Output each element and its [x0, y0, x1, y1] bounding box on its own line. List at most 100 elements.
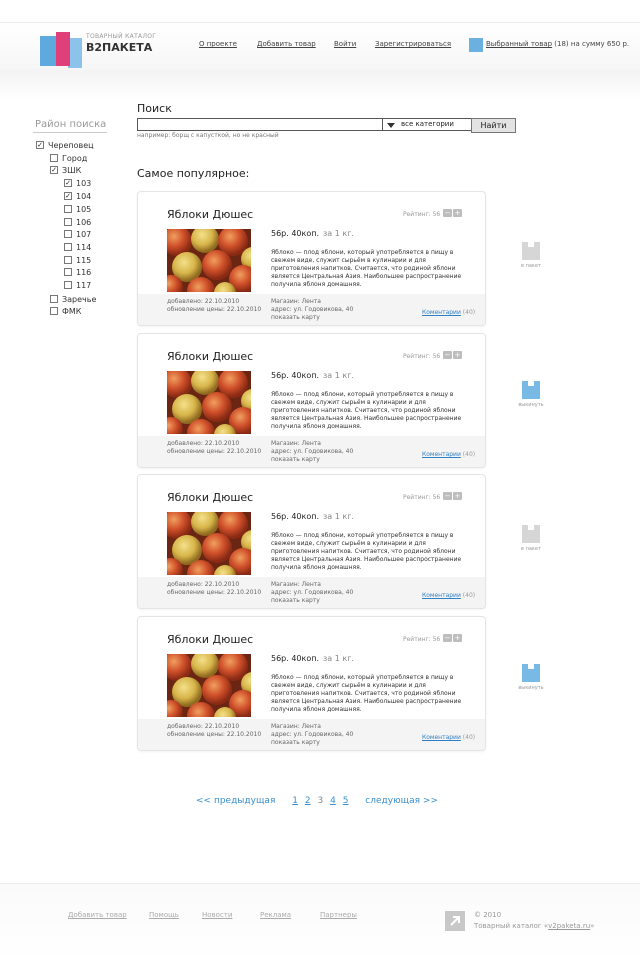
vote-up-button[interactable]: +: [453, 492, 462, 500]
footer-partners-link[interactable]: Партнеры: [320, 911, 357, 919]
bag-action-label: выкинуть: [518, 402, 544, 408]
district-item-107[interactable]: 107: [64, 229, 91, 240]
add-to-bag-button[interactable]: в пакет: [518, 525, 544, 552]
show-map-link[interactable]: показать карту: [271, 456, 353, 464]
shop-info: Магазин: Лента адрес: ул. Годовикова, 40 п…: [271, 581, 353, 605]
district-item-116[interactable]: 116: [64, 267, 92, 278]
comments-link[interactable]: Коментарии: [422, 734, 461, 741]
checkbox[interactable]: [50, 153, 58, 162]
district-item-fmk[interactable]: ФМК: [50, 306, 81, 317]
updated-date: обновление цены: 22.10.2010: [167, 731, 262, 738]
comments-link[interactable]: Коментарии: [422, 309, 461, 316]
show-map-link[interactable]: показать карту: [271, 739, 353, 747]
product-title[interactable]: Яблоки Дюшес: [167, 350, 253, 363]
checkbox[interactable]: [50, 294, 58, 303]
checkbox[interactable]: ✓: [36, 140, 44, 149]
product-photo[interactable]: [167, 229, 251, 292]
checkbox[interactable]: ✓: [64, 178, 72, 187]
checkbox[interactable]: ✓: [64, 191, 72, 200]
price: 56р. 40коп. за 1 кг.: [271, 371, 354, 380]
district-item-105[interactable]: 105: [64, 204, 91, 215]
footer-add-product-link[interactable]: Добавить товар: [68, 911, 127, 919]
add-to-bag-button[interactable]: в пакет: [518, 242, 544, 269]
checkbox[interactable]: [64, 267, 72, 276]
page-link-2[interactable]: 2: [305, 796, 311, 806]
checkbox[interactable]: [64, 204, 72, 213]
page-link-5[interactable]: 5: [343, 796, 349, 806]
logo-name: В2ПАКЕТА: [86, 41, 153, 54]
vote-down-button[interactable]: −: [443, 209, 452, 217]
vote-up-button[interactable]: +: [453, 209, 462, 217]
rating-label: Рейтинг: 56: [403, 353, 441, 360]
vote-down-button[interactable]: −: [443, 351, 452, 359]
category-select[interactable]: все категории: [382, 118, 472, 131]
bag-icon: [522, 525, 540, 543]
catalog-site-link[interactable]: v2paketa.ru: [548, 922, 590, 930]
nav-login-link[interactable]: Войти: [334, 40, 356, 48]
product-photo[interactable]: [167, 512, 251, 575]
page-link-1[interactable]: 1: [292, 796, 298, 806]
comments: Коментарии (40): [422, 734, 475, 741]
basket-link[interactable]: Выбранный товар: [486, 40, 552, 48]
comments-link[interactable]: Коментарии: [422, 592, 461, 599]
nav-about-link[interactable]: О проекте: [199, 40, 237, 48]
district-item-104[interactable]: ✓ 104: [64, 191, 91, 202]
product-card[interactable]: Яблоки Дюшес Рейтинг: 56 − + 56р. 40коп.…: [137, 616, 486, 751]
vote-down-button[interactable]: −: [443, 634, 452, 642]
checkbox[interactable]: [50, 306, 58, 315]
bag-action-label: в пакет: [521, 546, 541, 552]
checkbox[interactable]: ✓: [50, 165, 58, 174]
product-card[interactable]: Яблоки Дюшес Рейтинг: 56 − + 56р. 40коп.…: [137, 191, 486, 326]
product-card[interactable]: Яблоки Дюшес Рейтинг: 56 − + 56р. 40коп.…: [137, 333, 486, 468]
search-button[interactable]: Найти: [471, 118, 516, 133]
footer-news-link[interactable]: Новости: [202, 911, 232, 919]
district-label: Город: [62, 154, 88, 163]
remove-from-bag-button[interactable]: выкинуть: [518, 381, 544, 408]
price-unit: за 1 кг.: [323, 229, 354, 238]
prev-page-link[interactable]: << предыдущая: [196, 796, 275, 806]
district-item-gorod[interactable]: Город: [50, 153, 88, 164]
checkbox[interactable]: [64, 255, 72, 264]
vote-up-button[interactable]: +: [453, 634, 462, 642]
footer-ads-link[interactable]: Реклама: [260, 911, 291, 919]
show-map-link[interactable]: показать карту: [271, 314, 353, 322]
basket-bag-icon[interactable]: [469, 38, 483, 52]
show-map-link[interactable]: показать карту: [271, 597, 353, 605]
page-current: 3: [317, 796, 324, 806]
product-photo[interactable]: [167, 371, 251, 434]
district-item-zarechye[interactable]: Заречье: [50, 294, 96, 305]
basket-summary: Выбранный товар (18) на сумму 650 р.: [486, 40, 629, 48]
district-item-106[interactable]: 106: [64, 217, 91, 228]
district-item-zshk[interactable]: ✓ ЗШК: [50, 165, 81, 176]
checkbox[interactable]: [64, 217, 72, 226]
search-input[interactable]: [137, 118, 386, 131]
updated-date: обновление цены: 22.10.2010: [167, 306, 262, 313]
district-item-cherepovets[interactable]: ✓ Череповец: [36, 140, 94, 151]
product-card[interactable]: Яблоки Дюшес Рейтинг: 56 − + 56р. 40коп.…: [137, 474, 486, 609]
checkbox[interactable]: [64, 242, 72, 251]
site-logo[interactable]: ТОВАРНЫЙ КАТАЛОГ В2ПАКЕТА: [38, 30, 156, 70]
district-item-117[interactable]: 117: [64, 280, 91, 291]
next-page-link[interactable]: следующая >>: [365, 796, 438, 806]
product-photo[interactable]: [167, 654, 251, 717]
nav-register-link[interactable]: Зарегистрироваться: [375, 40, 451, 48]
checkbox[interactable]: [64, 229, 72, 238]
shop-address: адрес: ул. Годовикова, 40: [271, 589, 354, 596]
product-title[interactable]: Яблоки Дюшес: [167, 491, 253, 504]
product-title[interactable]: Яблоки Дюшес: [167, 208, 253, 221]
vote-down-button[interactable]: −: [443, 492, 452, 500]
district-label: 116: [76, 268, 92, 277]
remove-from-bag-button[interactable]: выкинуть: [518, 664, 544, 691]
comments-link[interactable]: Коментарии: [422, 451, 461, 458]
pagination: << предыдущая 1 2 3 4 5 следующая >>: [196, 796, 444, 806]
catalog-line: Товарный каталог «v2paketa.ru»: [474, 921, 594, 932]
district-item-115[interactable]: 115: [64, 255, 91, 266]
district-item-114[interactable]: 114: [64, 242, 91, 253]
footer-help-link[interactable]: Помощь: [149, 911, 179, 919]
district-item-103[interactable]: ✓ 103: [64, 178, 91, 189]
nav-add-product-link[interactable]: Добавить товар: [257, 40, 316, 48]
page-link-4[interactable]: 4: [330, 796, 336, 806]
product-title[interactable]: Яблоки Дюшес: [167, 633, 253, 646]
checkbox[interactable]: [64, 280, 72, 289]
vote-up-button[interactable]: +: [453, 351, 462, 359]
